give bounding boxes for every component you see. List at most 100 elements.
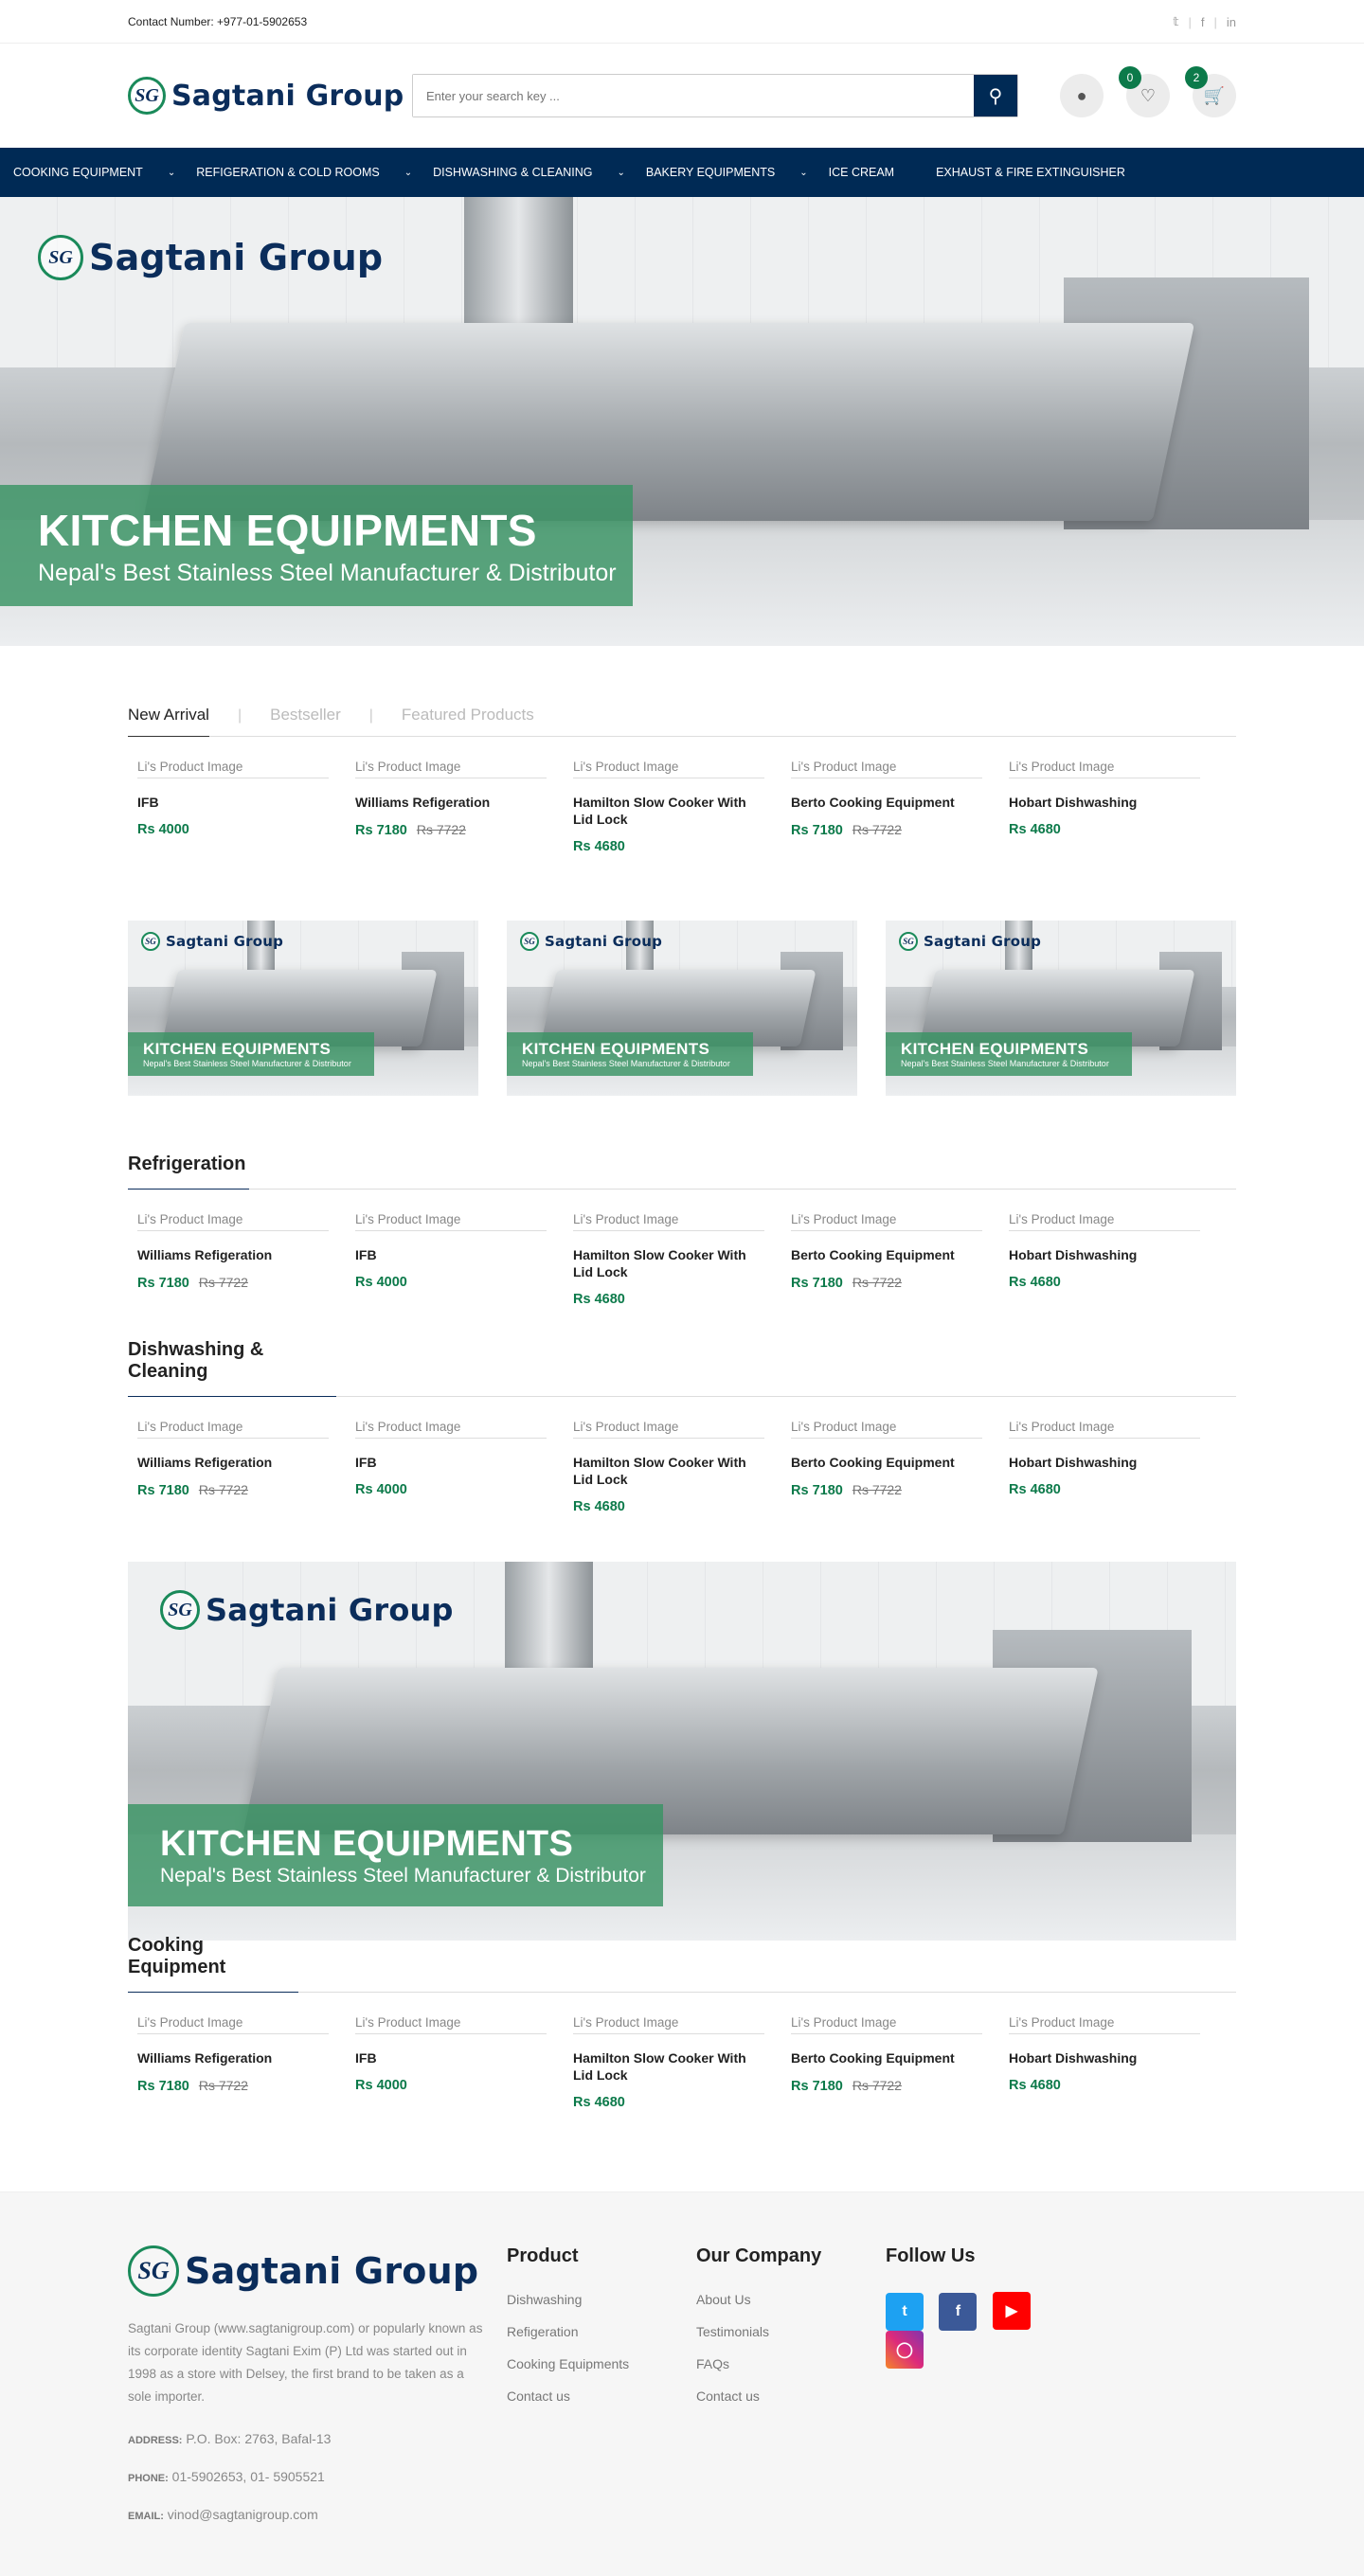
- product-image[interactable]: Li's Product Image: [791, 1420, 982, 1439]
- search-button[interactable]: ⚲: [974, 75, 1017, 116]
- promo-banner[interactable]: SG Sagtani Group KITCHEN EQUIPMENTS Nepal'…: [128, 921, 478, 1096]
- product-card[interactable]: Li's Product Image Hamilton Slow Cooker W…: [573, 2015, 791, 2110]
- footer-link[interactable]: Contact us: [696, 2388, 886, 2404]
- product-name[interactable]: Hamilton Slow Cooker With Lid Lock: [573, 2049, 753, 2084]
- product-card[interactable]: Li's Product Image Hobart Dishwashing Rs 4…: [1009, 2015, 1227, 2110]
- tab-featured[interactable]: Featured Products: [402, 706, 534, 736]
- product-name[interactable]: IFB: [137, 794, 317, 811]
- nav-bakery[interactable]: BAKERY EQUIPMENTS ⌄: [646, 166, 808, 179]
- product-image[interactable]: Li's Product Image: [573, 1212, 764, 1231]
- product-card[interactable]: Li's Product Image IFB Rs 4000: [355, 2015, 573, 2110]
- product-image[interactable]: Li's Product Image: [573, 1420, 764, 1439]
- product-card[interactable]: Li's Product Image IFB Rs 4000: [355, 1212, 573, 1307]
- nav-cooking-equipment[interactable]: COOKING EQUIPMENT ⌄: [13, 166, 175, 179]
- product-name[interactable]: Berto Cooking Equipment: [791, 794, 971, 811]
- footer-logo[interactable]: SG Sagtani Group: [128, 2245, 507, 2297]
- product-name[interactable]: Hamilton Slow Cooker With Lid Lock: [573, 1454, 753, 1488]
- linkedin-icon[interactable]: in: [1227, 15, 1236, 29]
- product-image[interactable]: Li's Product Image: [355, 1420, 547, 1439]
- product-card[interactable]: Li's Product Image Hobart Dishwashing Rs 4…: [1009, 760, 1227, 854]
- product-image[interactable]: Li's Product Image: [137, 1420, 329, 1439]
- footer-email[interactable]: EMAIL: vinod@sagtanigroup.com: [128, 2507, 507, 2522]
- product-card[interactable]: Li's Product Image Williams Refigeration R…: [137, 2015, 355, 2110]
- footer-link[interactable]: Cooking Equipments: [507, 2356, 696, 2371]
- product-card[interactable]: Li's Product Image Berto Cooking Equipmen…: [791, 1212, 1009, 1307]
- product-name[interactable]: Williams Refigeration: [355, 794, 535, 811]
- nav-dishwashing[interactable]: DISHWASHING & CLEANING ⌄: [433, 166, 625, 179]
- account-button[interactable]: ●: [1060, 74, 1104, 117]
- product-card[interactable]: Li's Product Image Hamilton Slow Cooker W…: [573, 760, 791, 854]
- product-image[interactable]: Li's Product Image: [137, 760, 329, 778]
- product-image[interactable]: Li's Product Image: [1009, 1212, 1200, 1231]
- product-name[interactable]: IFB: [355, 2049, 535, 2066]
- tab-bestseller[interactable]: Bestseller: [270, 706, 341, 736]
- promo-banner[interactable]: SG Sagtani Group KITCHEN EQUIPMENTS Nepal'…: [507, 921, 857, 1096]
- product-image[interactable]: Li's Product Image: [791, 760, 982, 778]
- product-card[interactable]: Li's Product Image Berto Cooking Equipmen…: [791, 2015, 1009, 2110]
- product-name[interactable]: Williams Refigeration: [137, 1454, 317, 1471]
- product-image[interactable]: Li's Product Image: [573, 2015, 764, 2034]
- product-card[interactable]: Li's Product Image Williams Refigeration R…: [355, 760, 573, 854]
- footer-link[interactable]: About Us: [696, 2292, 886, 2307]
- product-card[interactable]: Li's Product Image Hamilton Slow Cooker W…: [573, 1420, 791, 1514]
- search-input[interactable]: [413, 75, 974, 116]
- product-image[interactable]: Li's Product Image: [791, 1212, 982, 1231]
- product-image[interactable]: Li's Product Image: [1009, 2015, 1200, 2034]
- nav-ice-cream[interactable]: ICE CREAM: [829, 166, 894, 179]
- product-image[interactable]: Li's Product Image: [355, 1212, 547, 1231]
- product-image[interactable]: Li's Product Image: [573, 760, 764, 778]
- twitter-icon[interactable]: t: [886, 2293, 924, 2331]
- promo-banner[interactable]: SG Sagtani Group KITCHEN EQUIPMENTS Nepal'…: [886, 921, 1236, 1096]
- product-name[interactable]: Williams Refigeration: [137, 2049, 317, 2066]
- instagram-icon[interactable]: ◯: [886, 2331, 924, 2369]
- product-image[interactable]: Li's Product Image: [355, 2015, 547, 2034]
- youtube-icon[interactable]: ▶: [992, 2292, 1031, 2330]
- product-card[interactable]: Li's Product Image Hobart Dishwashing Rs 4…: [1009, 1212, 1227, 1307]
- tab-new-arrival[interactable]: New Arrival: [128, 706, 209, 737]
- footer-link[interactable]: FAQs: [696, 2356, 886, 2371]
- product-name[interactable]: Hobart Dishwashing: [1009, 1246, 1189, 1263]
- product-card[interactable]: Li's Product Image Berto Cooking Equipmen…: [791, 760, 1009, 854]
- site-logo[interactable]: SG Sagtani Group: [128, 77, 412, 115]
- facebook-icon[interactable]: f: [939, 2293, 978, 2331]
- product-name[interactable]: Berto Cooking Equipment: [791, 1454, 971, 1471]
- cart-button[interactable]: 2 🛒: [1185, 66, 1236, 117]
- footer-link[interactable]: Testimonials: [696, 2324, 886, 2339]
- hero-caption: KITCHEN EQUIPMENTS Nepal's Best Stainles…: [0, 485, 633, 606]
- wishlist-button[interactable]: 0 ♡: [1119, 66, 1170, 117]
- nav-refrigeration[interactable]: REFIGERATION & COLD ROOMS ⌄: [196, 166, 412, 179]
- product-name[interactable]: Berto Cooking Equipment: [791, 1246, 971, 1263]
- facebook-icon[interactable]: f: [1201, 15, 1205, 29]
- wide-promo-banner[interactable]: SG Sagtani Group KITCHEN EQUIPMENTS Nepal'…: [128, 1562, 1236, 1941]
- product-image[interactable]: Li's Product Image: [355, 760, 547, 778]
- section-title: Dishwashing & Cleaning: [128, 1339, 336, 1397]
- product-name[interactable]: Hamilton Slow Cooker With Lid Lock: [573, 794, 753, 828]
- product-name[interactable]: Hamilton Slow Cooker With Lid Lock: [573, 1246, 753, 1280]
- cooking-list: Li's Product Image Williams Refigeration R…: [128, 2015, 1236, 2110]
- footer-link[interactable]: Contact us: [507, 2388, 696, 2404]
- product-name[interactable]: Hobart Dishwashing: [1009, 1454, 1189, 1471]
- product-card[interactable]: Li's Product Image Williams Refigeration R…: [137, 1212, 355, 1307]
- nav-exhaust[interactable]: EXHAUST & FIRE EXTINGUISHER: [936, 166, 1125, 179]
- product-name[interactable]: Williams Refigeration: [137, 1246, 317, 1263]
- product-card[interactable]: Li's Product Image Hobart Dishwashing Rs 4…: [1009, 1420, 1227, 1514]
- product-card[interactable]: Li's Product Image Williams Refigeration R…: [137, 1420, 355, 1514]
- product-name[interactable]: Berto Cooking Equipment: [791, 2049, 971, 2066]
- product-image[interactable]: Li's Product Image: [1009, 760, 1200, 778]
- product-card[interactable]: Li's Product Image Berto Cooking Equipmen…: [791, 1420, 1009, 1514]
- hero-banner[interactable]: SG Sagtani Group KITCHEN EQUIPMENTS Nepa…: [0, 197, 1364, 646]
- product-image[interactable]: Li's Product Image: [1009, 1420, 1200, 1439]
- product-image[interactable]: Li's Product Image: [137, 2015, 329, 2034]
- product-card[interactable]: Li's Product Image Hamilton Slow Cooker W…: [573, 1212, 791, 1307]
- footer-link[interactable]: Dishwashing: [507, 2292, 696, 2307]
- product-card[interactable]: Li's Product Image IFB Rs 4000: [137, 760, 355, 854]
- footer-link[interactable]: Refigeration: [507, 2324, 696, 2339]
- product-image[interactable]: Li's Product Image: [137, 1212, 329, 1231]
- product-image[interactable]: Li's Product Image: [791, 2015, 982, 2034]
- product-name[interactable]: IFB: [355, 1454, 535, 1471]
- product-card[interactable]: Li's Product Image IFB Rs 4000: [355, 1420, 573, 1514]
- product-name[interactable]: Hobart Dishwashing: [1009, 2049, 1189, 2066]
- product-name[interactable]: Hobart Dishwashing: [1009, 794, 1189, 811]
- product-name[interactable]: IFB: [355, 1246, 535, 1263]
- twitter-icon[interactable]: 𝕥: [1173, 14, 1178, 29]
